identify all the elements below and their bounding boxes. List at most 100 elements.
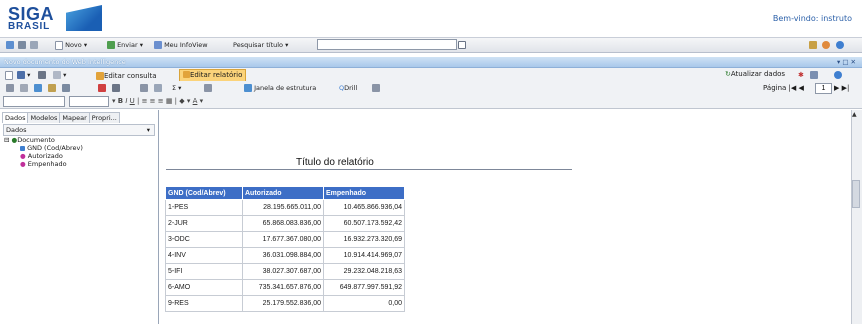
my-infoview-button[interactable]: Meu InfoView	[154, 40, 208, 50]
ranking-icon[interactable]	[112, 83, 120, 93]
left-panel-tabs: Dados Modelos Mapear Propri...	[2, 112, 120, 123]
send-menu[interactable]: Enviar ▾	[107, 40, 143, 50]
tree-item-empenhado-label: Empenhado	[27, 160, 67, 168]
insert-icon[interactable]	[204, 83, 212, 93]
user-icon[interactable]	[822, 40, 830, 50]
document-window-title: Novo documento do Web Intelligence	[4, 58, 126, 66]
drill-label: Drill	[344, 84, 358, 92]
vertical-scrollbar[interactable]	[851, 110, 862, 324]
font-size-select[interactable]	[69, 96, 109, 107]
sort-icon[interactable]	[154, 83, 162, 93]
pin-icon[interactable]: ▾	[147, 125, 150, 135]
table-cell[interactable]: 1-PES	[165, 199, 243, 216]
table-cell[interactable]: 36.031.098.884,00	[242, 247, 324, 264]
open-icon[interactable]	[30, 40, 38, 50]
track-changes-icon[interactable]	[810, 70, 818, 79]
refresh-data-button[interactable]: ↻Atualizar dados	[725, 69, 785, 80]
format-icon[interactable]	[62, 83, 70, 93]
send-menu-label: Enviar	[117, 41, 138, 49]
table-cell[interactable]: 2-JUR	[165, 215, 243, 232]
undo-icon[interactable]	[6, 83, 14, 93]
next-page-controls[interactable]: ▶ ▶|	[834, 83, 849, 93]
filter-icon[interactable]	[140, 83, 148, 93]
tab-modelos[interactable]: Modelos	[27, 112, 61, 123]
tab-mapear[interactable]: Mapear	[59, 112, 90, 123]
document-list-icon[interactable]	[18, 40, 26, 50]
sum-icon[interactable]: Σ ▾	[172, 83, 181, 93]
column-header-gnd[interactable]: GND (Cod/Abrev)	[165, 186, 243, 200]
table-row: 9-RES 25.179.552.836,00 0,00	[165, 295, 405, 312]
table-cell[interactable]: 10.914.414.969,07	[323, 247, 405, 264]
logo-text: SIGA	[8, 4, 55, 24]
font-name-select[interactable]	[3, 96, 65, 107]
table-cell[interactable]: 38.027.307.687,00	[242, 263, 324, 280]
table-cell[interactable]: 5-IFI	[165, 263, 243, 280]
app-header	[0, 0, 862, 34]
new-menu[interactable]: Novo ▾	[55, 40, 87, 50]
structure-window-button[interactable]: Janela de estrutura	[244, 83, 316, 93]
save-icon[interactable]: ▾	[17, 70, 30, 80]
table-cell[interactable]: 25.179.552.836,00	[242, 295, 324, 312]
cut-icon[interactable]	[20, 83, 28, 93]
tree-item-autorizado-label: Autorizado	[27, 152, 63, 160]
previous-page-icon[interactable]: ◀	[799, 84, 804, 92]
table-cell[interactable]: 28.195.665.011,00	[242, 199, 324, 216]
refresh-data-label: Atualizar dados	[730, 70, 786, 78]
scroll-up-icon[interactable]: ▲	[852, 111, 857, 119]
search-input[interactable]	[317, 39, 457, 50]
window-controls[interactable]: ▾ □ ✕	[837, 57, 856, 67]
data-section-title: Dados	[6, 126, 27, 134]
help-icon[interactable]	[836, 40, 844, 50]
preferences-icon[interactable]	[809, 40, 817, 50]
first-page-icon[interactable]: |◀	[789, 84, 797, 92]
structure-window-label: Janela de estrutura	[254, 84, 317, 92]
search-go-icon[interactable]	[458, 40, 466, 50]
alert-icon[interactable]	[98, 83, 106, 93]
table-row: 6-AMO 735.341.657.876,00 649.877.997.591,9…	[165, 279, 405, 296]
report-title: Título do relatório	[296, 157, 374, 168]
tree-item-gnd-label: GND (Cod/Abrev)	[27, 144, 83, 152]
search-title-menu[interactable]: Pesquisar título ▾	[233, 40, 288, 50]
help-icon-2[interactable]	[834, 70, 842, 79]
edit-query-button[interactable]: Editar consulta	[96, 70, 157, 80]
paste-icon[interactable]	[48, 83, 56, 93]
snapshot-icon[interactable]	[372, 83, 380, 93]
table-cell[interactable]: 4-INV	[165, 247, 243, 264]
document-window-titlebar	[0, 57, 862, 68]
tab-dados[interactable]: Dados	[2, 112, 29, 123]
scrollbar-thumb[interactable]	[852, 180, 860, 208]
tree-item-empenhado[interactable]: ● Empenhado	[20, 160, 67, 169]
table-cell[interactable]: 9-RES	[165, 295, 243, 312]
welcome-user-link[interactable]: Bem-vindo: instruto	[773, 14, 852, 23]
drill-filter-icon[interactable]: ✱	[798, 70, 804, 80]
export-icon[interactable]: ▾	[53, 70, 66, 80]
column-header-autorizado[interactable]: Autorizado	[242, 186, 324, 200]
new-document-icon[interactable]	[5, 70, 13, 80]
page-number-input[interactable]	[815, 83, 832, 94]
table-cell[interactable]: 65.868.083.836,00	[242, 215, 324, 232]
table-row: 5-IFI 38.027.307.687,00 29.232.048.218,63	[165, 263, 405, 280]
my-infoview-label: Meu InfoView	[164, 41, 208, 49]
table-cell[interactable]: 735.341.657.876,00	[242, 279, 324, 296]
drill-button[interactable]: QDrill	[339, 83, 357, 93]
table-cell[interactable]: 10.465.866.936,04	[323, 199, 405, 216]
tab-propriedades[interactable]: Propri...	[88, 112, 120, 123]
table-row: 2-JUR 65.868.083.836,00 60.507.173.592,42	[165, 215, 405, 232]
table-cell[interactable]: 649.877.997.591,92	[323, 279, 405, 296]
table-header-row: GND (Cod/Abrev) Autorizado Empenhado	[165, 186, 405, 200]
home-icon[interactable]	[6, 40, 14, 50]
tree-root-label: Documento	[17, 136, 55, 144]
table-cell[interactable]: 60.507.173.592,42	[323, 215, 405, 232]
table-cell[interactable]: 29.232.048.218,63	[323, 263, 405, 280]
copy-icon[interactable]	[34, 83, 42, 93]
table-cell[interactable]: 17.677.367.080,00	[242, 231, 324, 248]
report-toolbar: Σ ▾ Janela de estrutura QDrill	[0, 81, 862, 95]
search-title-label: Pesquisar título	[233, 41, 284, 49]
table-cell[interactable]: 0,00	[323, 295, 405, 312]
print-icon[interactable]	[38, 70, 46, 80]
table-cell[interactable]: 16.932.273.320,69	[323, 231, 405, 248]
table-cell[interactable]: 6-AMO	[165, 279, 243, 296]
column-header-empenhado[interactable]: Empenhado	[323, 186, 405, 200]
format-buttons[interactable]: ▾ B I U | ≡ ≡ ≡ ▦ | ◆ ▾ A ▾	[112, 96, 203, 106]
table-cell[interactable]: 3-ODC	[165, 231, 243, 248]
